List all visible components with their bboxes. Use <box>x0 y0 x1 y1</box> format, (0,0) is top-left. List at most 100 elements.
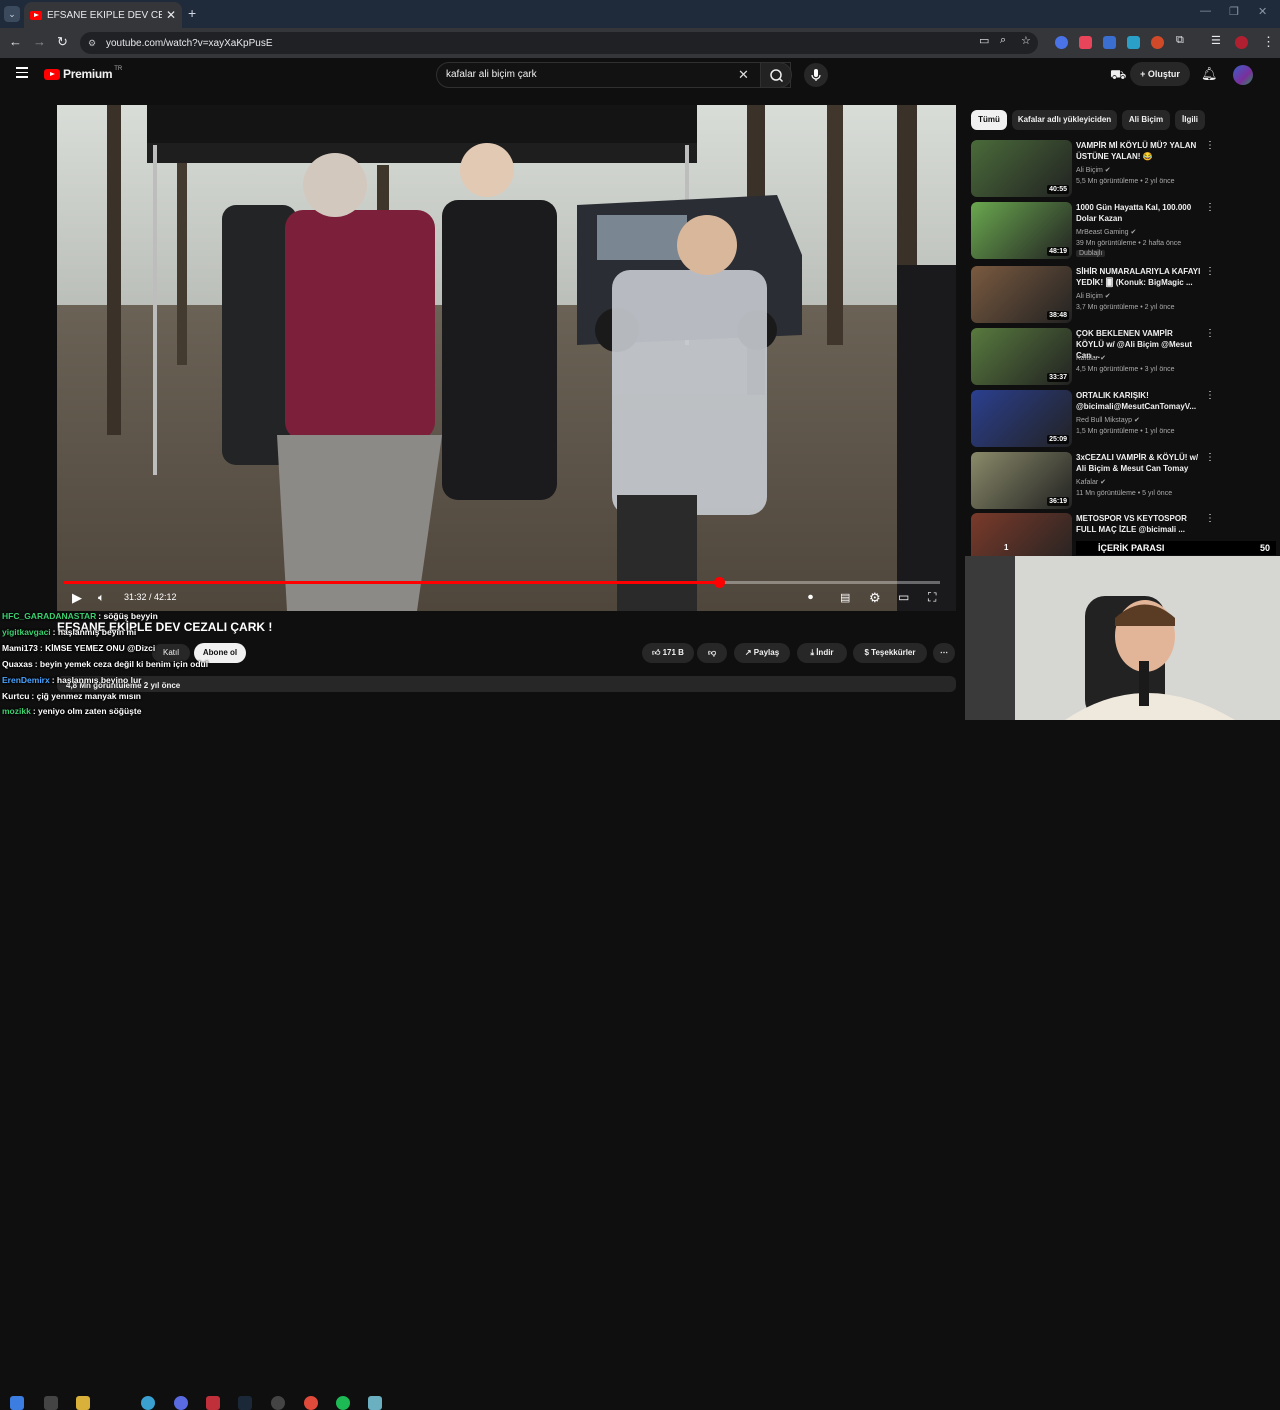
scrubber-handle[interactable] <box>713 577 725 588</box>
like-button[interactable]: 👍︎ 171 B <box>642 643 694 663</box>
fullscreen-icon[interactable]: ⛶ <box>928 590 936 605</box>
more-options-icon[interactable]: ⋮ <box>1205 452 1215 463</box>
video-thumbnail[interactable]: 33:37 <box>971 328 1072 385</box>
share-button[interactable]: ↗ Paylaş <box>734 643 790 663</box>
volume-icon[interactable]: 🔈︎ <box>98 592 105 605</box>
recommendation-channel[interactable]: MrBeast Gaming ✔ <box>1076 228 1136 236</box>
extensions-puzzle-icon[interactable]: ⧉ <box>1176 34 1184 47</box>
bookmark-star-icon[interactable]: ☆ <box>1021 34 1031 47</box>
more-options-icon[interactable]: ⋮ <box>1205 140 1215 151</box>
new-tab-icon[interactable]: + <box>188 5 196 21</box>
chip-related[interactable]: İlgili <box>1175 110 1205 130</box>
menu-icon[interactable] <box>16 67 28 81</box>
recommendation-title[interactable]: VAMPİR Mİ KÖYLÜ MÜ? YALAN ÜSTÜNE YALAN! … <box>1076 140 1201 162</box>
extension-icon[interactable] <box>1055 36 1068 49</box>
create-button[interactable]: + Oluştur <box>1130 62 1190 86</box>
url-bar[interactable]: ⚙ youtube.com/watch?v=xayXaKpPusE <box>80 32 1038 54</box>
browser-app-icon[interactable] <box>141 1396 155 1410</box>
video-thumbnail[interactable]: 25:09 <box>971 390 1072 447</box>
recommendation-meta: 4,5 Mn görüntüleme • 3 yıl önce <box>1076 366 1175 373</box>
recommendation-item[interactable]: 48:19 1000 Gün Hayatta Kal, 100.000 Dolar… <box>971 202 1271 260</box>
recommendation-channel[interactable]: Red Bull Mikstayp ✔ <box>1076 416 1140 424</box>
video-thumbnail[interactable]: 38:48 <box>971 266 1072 323</box>
settings-gear-icon[interactable]: ⚙ <box>869 590 881 606</box>
chat-username: ErenDemirx <box>2 675 50 685</box>
video-thumbnail[interactable]: 36:19 <box>971 452 1072 509</box>
back-icon[interactable]: ← <box>9 34 22 49</box>
spotify-icon[interactable] <box>336 1396 350 1410</box>
recommendation-channel[interactable]: Ali Biçim ✔ <box>1076 166 1111 174</box>
download-button[interactable]: ⤓ İndir <box>797 643 847 663</box>
recommendation-title[interactable]: ORTALIK KARIŞIK! @bicimali@MesutCanTomay… <box>1076 390 1201 412</box>
recommendation-item[interactable]: 25:09 ORTALIK KARIŞIK! @bicimali@MesutCan… <box>971 390 1271 448</box>
obs-icon[interactable] <box>271 1396 285 1410</box>
subtitles-icon[interactable]: ▤ <box>840 591 850 604</box>
forward-icon[interactable]: → <box>33 34 46 49</box>
notifications-bell-icon[interactable]: 🔔︎ <box>1201 66 1218 82</box>
more-actions-icon[interactable]: ⋯ <box>933 643 955 663</box>
discord-icon[interactable] <box>174 1396 188 1410</box>
extension-icon[interactable] <box>1151 36 1164 49</box>
extension-icon[interactable] <box>1103 36 1116 49</box>
theater-mode-icon[interactable]: ▭ <box>898 590 909 604</box>
notepad-icon[interactable] <box>368 1396 382 1410</box>
taskbar-search-icon[interactable] <box>44 1396 58 1410</box>
play-icon[interactable]: ▶ <box>72 590 82 606</box>
extension-icon[interactable] <box>1079 36 1092 49</box>
microphone-icon <box>811 69 821 81</box>
description-box[interactable] <box>57 676 956 692</box>
zoom-icon[interactable]: ⌕ <box>1000 34 1006 47</box>
chat-username: Mami173 <box>2 643 38 653</box>
more-options-icon[interactable]: ⋮ <box>1205 328 1215 339</box>
browser-tab[interactable]: EFSANE EKİPLE DEV CEZALI ÇARK ✕ <box>24 2 182 28</box>
more-options-icon[interactable]: ⋮ <box>1205 202 1215 213</box>
video-thumbnail[interactable]: 40:55 <box>971 140 1072 197</box>
file-explorer-icon[interactable] <box>76 1396 90 1410</box>
browser-menu-icon[interactable]: ⋮ <box>1262 34 1275 50</box>
recommendation-title[interactable]: SİHİR NUMARALARIYLA KAFAYI YEDİK! 🂠 (Kon… <box>1076 266 1201 288</box>
cast-icon[interactable]: ▭ <box>979 34 989 47</box>
site-info-icon[interactable]: ⚙ <box>88 38 98 48</box>
more-options-icon[interactable]: ⋮ <box>1205 390 1215 401</box>
voice-search-button[interactable] <box>804 63 828 87</box>
recommendation-title[interactable]: 3xCEZALI VAMPİR & KÖYLÜ! w/ Ali Biçim & … <box>1076 452 1201 474</box>
reading-list-icon[interactable]: ☰ <box>1211 34 1221 47</box>
app-icon[interactable] <box>206 1396 220 1410</box>
recommendation-title[interactable]: 1000 Gün Hayatta Kal, 100.000 Dolar Kaza… <box>1076 202 1201 224</box>
recommendation-item[interactable]: 36:19 3xCEZALI VAMPİR & KÖYLÜ! w/ Ali Biç… <box>971 452 1271 510</box>
search-button[interactable] <box>760 62 792 88</box>
recommendation-channel[interactable]: Kafalar ✔ <box>1076 354 1106 362</box>
youtube-logo[interactable]: Premium TR <box>44 66 122 81</box>
thanks-button[interactable]: $ Teşekkürler <box>853 643 927 663</box>
recommendation-title[interactable]: METOSPOR VS KEYTOSPOR FULL MAÇ İZLE @bic… <box>1076 513 1201 535</box>
chip-uploader[interactable]: Kafalar adlı yükleyiciden <box>1012 110 1117 130</box>
dislike-button[interactable]: 👎︎ <box>697 643 727 663</box>
more-options-icon[interactable]: ⋮ <box>1205 266 1215 277</box>
chip-ali-bicim[interactable]: Ali Biçim <box>1122 110 1170 130</box>
maximize-icon[interactable]: ❐ <box>1229 5 1239 18</box>
chip-all[interactable]: Tümü <box>971 110 1007 130</box>
video-thumbnail[interactable]: 48:19 <box>971 202 1072 259</box>
more-options-icon[interactable]: ⋮ <box>1205 513 1215 524</box>
account-avatar[interactable] <box>1233 65 1253 85</box>
recommendation-item[interactable]: 38:48 SİHİR NUMARALARIYLA KAFAYI YEDİK! 🂠… <box>971 266 1271 324</box>
recommendation-channel[interactable]: Kafalar ✔ <box>1076 478 1106 486</box>
autoplay-toggle[interactable]: ⏺ <box>808 592 813 603</box>
profile-icon[interactable] <box>1235 36 1248 49</box>
tab-search-icon[interactable]: ⌄ <box>4 6 20 22</box>
minimize-icon[interactable]: — <box>1200 5 1211 17</box>
reload-icon[interactable]: ↻ <box>57 34 68 50</box>
close-window-icon[interactable]: ✕ <box>1258 5 1267 18</box>
recommendation-item[interactable]: 33:37 ÇOK BEKLENEN VAMPİR KÖYLÜ w/ @Ali B… <box>971 328 1271 386</box>
recommendation-channel[interactable]: Ali Biçim ✔ <box>1076 292 1111 300</box>
progress-bar[interactable] <box>64 577 940 588</box>
extension-icon[interactable] <box>1127 36 1140 49</box>
chrome-icon[interactable] <box>304 1396 318 1410</box>
video-player[interactable] <box>57 105 956 611</box>
close-tab-icon[interactable]: ✕ <box>166 8 176 22</box>
recommendation-item[interactable]: 40:55 VAMPİR Mİ KÖYLÜ MÜ? YALAN ÜSTÜNE YA… <box>971 140 1271 198</box>
clear-search-icon[interactable]: ✕ <box>738 67 749 83</box>
start-icon[interactable] <box>10 1396 24 1410</box>
steam-icon[interactable] <box>238 1396 252 1410</box>
cast-queue-icon[interactable]: ⛟ <box>1110 67 1126 85</box>
